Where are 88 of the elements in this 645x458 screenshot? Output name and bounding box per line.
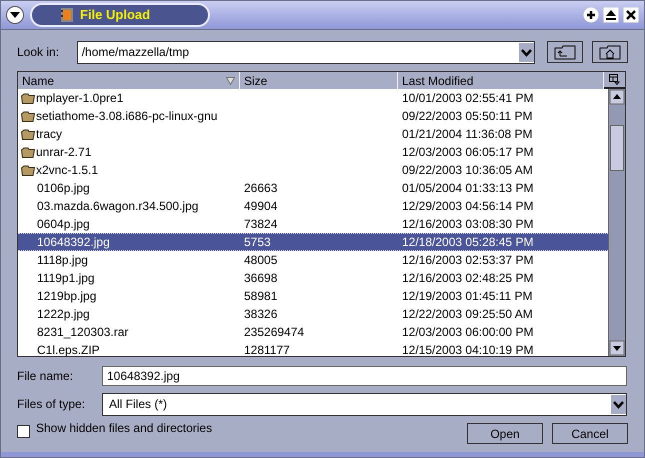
scrollbar[interactable]	[608, 89, 625, 356]
file-name-label: File name:	[17, 368, 74, 385]
column-header[interactable]: Size	[240, 72, 398, 89]
home-folder-button[interactable]	[592, 41, 628, 63]
house-folder-icon	[599, 44, 622, 60]
file-name-text: 10648392.jpg	[37, 234, 110, 251]
film-icon	[60, 7, 74, 23]
sort-arrow-icon	[226, 76, 235, 84]
file-row[interactable]: setiathome-3.08.i686-pc-linux-gnu 09/22/2003 05:50:11 PM	[18, 107, 608, 125]
file-size-text: 58981	[244, 289, 278, 303]
modified-date-text: 12/16/2003 02:48:25 PM	[402, 271, 534, 285]
file-row[interactable]: unrar-2.71 12/03/2003 06:05:17 PM	[18, 143, 608, 161]
open-button[interactable]: Open	[467, 423, 543, 444]
file-row[interactable]: 1222p.jpg 38326 12/22/2003 09:25:50 AM	[18, 305, 608, 323]
file-row[interactable]: tracy 01/21/2004 11:36:08 PM	[18, 125, 608, 143]
modified-date-text: 12/15/2003 04:10:19 PM	[402, 343, 534, 356]
modified-date-text: 01/05/2004 01:33:13 PM	[402, 181, 534, 195]
file-size-text: 38326	[244, 307, 278, 321]
file-row[interactable]: 8231_120303.rar 235269474 12/03/2003 06:00:00 PM	[18, 323, 608, 341]
modified-date-text: 12/22/2003 09:25:50 AM	[402, 307, 533, 321]
modified-date-text: 09/22/2003 10:36:05 AM	[402, 163, 533, 177]
folder-icon	[21, 110, 35, 122]
folder-icon	[21, 164, 35, 176]
modified-date-text: 12/19/2003 01:45:11 PM	[402, 289, 533, 303]
plus-icon[interactable]	[583, 7, 599, 23]
close-icon[interactable]	[623, 7, 639, 23]
file-size-text: 49904	[244, 199, 278, 213]
modified-date-text: 01/21/2004 11:36:08 PM	[402, 127, 533, 141]
file-name-text: mplayer-1.0pre1	[36, 90, 124, 107]
file-name-text: 1118p.jpg	[37, 252, 88, 269]
file-row[interactable]: mplayer-1.0pre1 10/01/2003 02:55:41 PM	[18, 89, 608, 107]
modified-date-text: 12/16/2003 02:53:37 PM	[402, 253, 534, 267]
file-name-text: 1119p1.jpg	[37, 270, 95, 287]
folder-icon	[21, 92, 35, 104]
file-size-text: 26663	[244, 181, 278, 195]
show-hidden-checkbox[interactable]	[17, 425, 30, 438]
modified-date-text: 12/03/2003 06:00:00 PM	[402, 325, 534, 339]
file-size-text: 235269474	[244, 325, 304, 339]
modified-date-text: 12/29/2003 04:56:14 PM	[402, 199, 534, 213]
scroll-down-icon[interactable]	[609, 340, 625, 356]
file-name-text: 0106p.jpg	[37, 180, 90, 197]
parent-folder-button[interactable]	[547, 41, 584, 63]
file-name-text: tracy	[36, 126, 62, 143]
file-name-text: 1222p.jpg	[37, 306, 90, 323]
file-name-text: 8231_120303.rar	[37, 324, 128, 341]
modified-date-text: 12/16/2003 03:08:30 PM	[402, 217, 534, 231]
file-name-text: unrar-2.71	[36, 144, 92, 161]
file-row[interactable]: 0604p.jpg 73824 12/16/2003 03:08:30 PM	[18, 215, 608, 233]
column-menu-icon[interactable]	[609, 74, 620, 85]
modified-date-text: 10/01/2003 02:55:41 PM	[402, 91, 534, 105]
file-size-text: 73824	[244, 217, 278, 231]
scroll-up-icon[interactable]	[609, 89, 625, 105]
folder-icon	[21, 146, 35, 158]
folder-up-icon	[554, 44, 576, 60]
file-name-field[interactable]: 10648392.jpg	[102, 366, 627, 386]
file-row[interactable]: 0106p.jpg 26663 01/05/2004 01:33:13 PM	[18, 179, 608, 197]
file-name-text: 1219bp.jpg	[37, 288, 96, 305]
caret-icon	[10, 12, 20, 18]
modified-date-text: 12/03/2003 06:05:17 PM	[402, 145, 534, 159]
file-size-text: 1281177	[244, 343, 290, 356]
file-row[interactable]: 1219bp.jpg 58981 12/19/2003 01:45:11 PM	[18, 287, 608, 305]
column-header[interactable]: Last Modified	[398, 72, 604, 89]
file-name-text: setiathome-3.08.i686-pc-linux-gnu	[36, 108, 218, 125]
file-name-text: x2vnc-1.5.1	[36, 162, 98, 179]
file-name-text: 0604p.jpg	[37, 216, 90, 233]
file-size-text: 36698	[244, 271, 278, 285]
file-type-label: Files of type:	[17, 396, 86, 413]
file-size-text: 5753	[244, 235, 271, 249]
modified-date-text: 12/18/2003 05:28:45 PM	[402, 235, 534, 249]
scrollbar-thumb[interactable]	[610, 125, 624, 171]
look-in-label: Look in:	[17, 44, 60, 61]
look-in-dropdown[interactable]: /home/mazzella/tmp	[76, 40, 536, 64]
file-row[interactable]: 1119p1.jpg 36698 12/16/2003 02:48:25 PM	[18, 269, 608, 287]
window-title: File Upload	[80, 6, 150, 24]
show-hidden-label: Show hidden files and directories	[36, 420, 212, 437]
file-size-text: 48005	[244, 253, 278, 267]
file-name-text: 03.mazda.6wagon.r34.500.jpg	[37, 198, 198, 215]
file-row[interactable]: 10648392.jpg 5753 12/18/2003 05:28:45 PM	[18, 233, 608, 251]
file-type-dropdown[interactable]: All Files (*)	[102, 392, 627, 416]
cancel-button[interactable]: Cancel	[552, 423, 628, 444]
file-row[interactable]: x2vnc-1.5.1 09/22/2003 10:36:05 AM	[18, 161, 608, 179]
file-row[interactable]: 03.mazda.6wagon.r34.500.jpg 49904 12/29/2003 04:56:14 PM	[18, 197, 608, 215]
folder-icon	[21, 128, 35, 140]
file-row[interactable]: 1118p.jpg 48005 12/16/2003 02:53:37 PM	[18, 251, 608, 269]
window-menu-button[interactable]	[6, 6, 24, 24]
column-header[interactable]: Name	[18, 72, 240, 89]
modified-date-text: 09/22/2003 05:50:11 PM	[402, 109, 533, 123]
maximize-icon[interactable]	[603, 7, 619, 23]
